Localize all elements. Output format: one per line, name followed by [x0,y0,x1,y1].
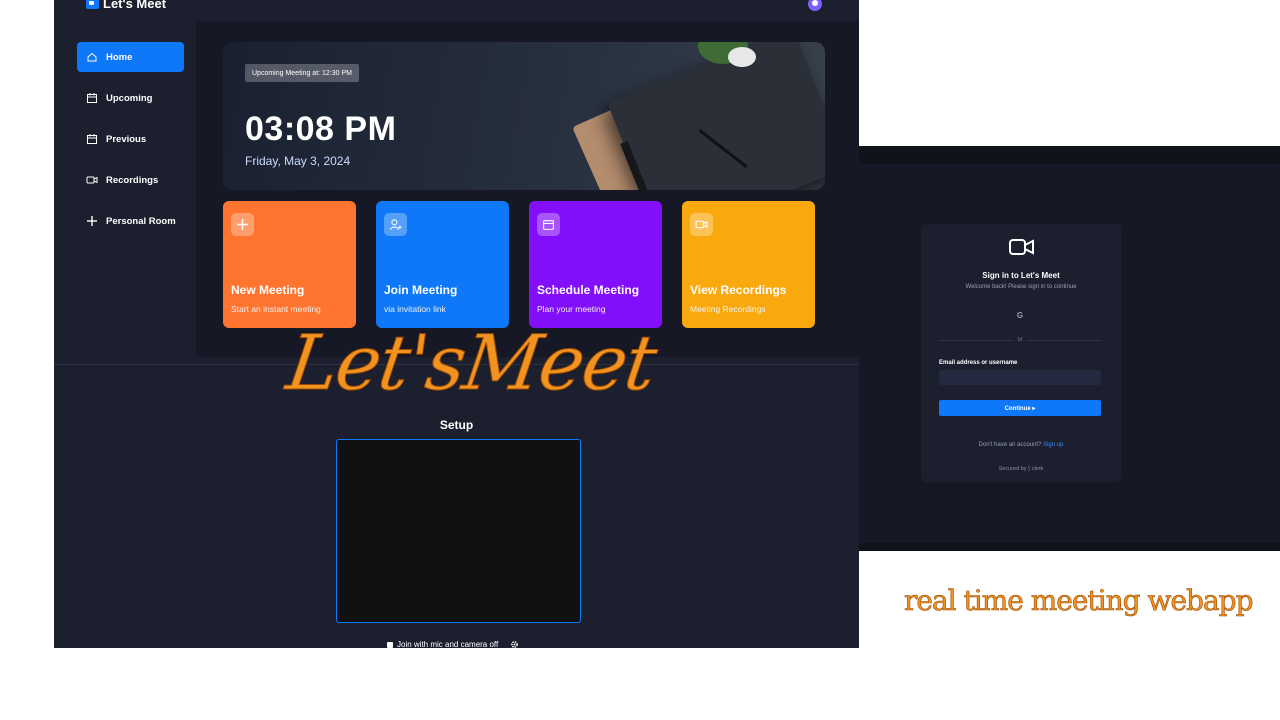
avatar[interactable] [808,0,822,11]
secured-by-clerk: Secured by ⟆ clerk [998,466,1044,472]
gear-icon[interactable] [510,640,519,648]
user-add-icon [384,213,407,236]
new-meeting-card[interactable]: New Meeting Start an instant meeting [223,201,356,328]
canvas: Let's Meet Home Upcoming Previous Record… [0,0,1280,720]
sidebar-item-label: Recordings [106,174,159,186]
sidebar-item-label: Previous [106,133,147,145]
card-subtitle: via invitation link [384,304,446,314]
current-date: Friday, May 3, 2024 [245,154,351,168]
or-label: or [1017,337,1023,343]
plus-icon [231,213,254,236]
sidebar-item-home[interactable]: Home [77,42,184,72]
card-subtitle: Start an instant meeting [231,304,321,314]
topbar: Let's Meet [54,0,859,21]
sidebar-item-recordings[interactable]: Recordings [77,165,184,195]
card-title: New Meeting [231,283,305,297]
sidebar-item-label: Personal Room [106,215,176,227]
google-icon: G [1016,310,1024,320]
signup-prompt-text: Don't have an account? [978,442,1042,448]
signin-screen: Sign in to Let's Meet Welcome back! Plea… [859,146,1280,551]
card-title: Join Meeting [384,283,458,297]
main-content: Upcoming Meeting at: 12:30 PM 03:08 PM F… [196,21,859,357]
calendar-upcoming-icon [87,93,97,103]
divider-line [939,339,1014,341]
checkbox-label: Join with mic and camera off [397,640,499,648]
hero-decoration [728,47,756,67]
schedule-meeting-card[interactable]: Schedule Meeting Plan your meeting [529,201,662,328]
upcoming-meeting-badge: Upcoming Meeting at: 12:30 PM [245,64,359,82]
sidebar-item-label: Upcoming [106,92,153,104]
signin-title: Sign in to Let's Meet [982,271,1060,280]
continue-button[interactable]: Continue ▸ [939,400,1101,416]
email-field[interactable] [939,370,1101,385]
google-signin-button[interactable]: G [939,306,1101,324]
sidebar-item-label: Home [106,51,133,63]
signup-prompt: Don't have an account? Sign up [921,442,1121,448]
sidebar-item-previous[interactable]: Previous [77,124,184,154]
video-icon [690,213,713,236]
divider-line [1026,339,1101,341]
video-icon [86,176,98,184]
current-time: 03:08 PM [245,110,397,148]
hero-banner: Upcoming Meeting at: 12:30 PM 03:08 PM F… [223,42,825,190]
calendar-previous-icon [87,134,97,144]
email-label: Email address or username [939,360,1018,366]
hero-decoration [607,42,825,190]
brand[interactable]: Let's Meet [86,0,166,11]
signin-card: Sign in to Let's Meet Welcome back! Plea… [921,224,1121,482]
join-meeting-card[interactable]: Join Meeting via invitation link [376,201,509,328]
calendar-icon [537,213,560,236]
sidebar-item-upcoming[interactable]: Upcoming [77,83,184,113]
card-subtitle: Meeting Recordings [690,304,766,314]
view-recordings-card[interactable]: View Recordings Meeting Recordings [682,201,815,328]
card-title: View Recordings [690,283,787,297]
video-preview [336,439,581,623]
setup-title: Setup [439,418,474,432]
card-subtitle: Plan your meeting [537,304,606,314]
video-camera-icon [1009,239,1034,255]
signin-subtitle: Welcome back! Please sign in to continue [965,284,1077,290]
signup-link[interactable]: Sign up [1043,442,1063,448]
mic-camera-off-checkbox[interactable] [387,641,393,648]
plus-icon [87,216,97,226]
card-title: Schedule Meeting [537,283,640,297]
sidebar-item-personal-room[interactable]: Personal Room [77,206,184,236]
join-options: Join with mic and camera off [387,640,519,648]
brand-name: Let's Meet [103,0,167,11]
logo-icon [86,0,99,9]
sidebar: Home Upcoming Previous Recordings Person… [66,21,196,357]
or-divider: or [939,337,1101,343]
home-icon [87,52,97,62]
promo-tagline: real time meeting webapp [904,584,1254,618]
promo-title: Let'sMeet [281,318,661,408]
